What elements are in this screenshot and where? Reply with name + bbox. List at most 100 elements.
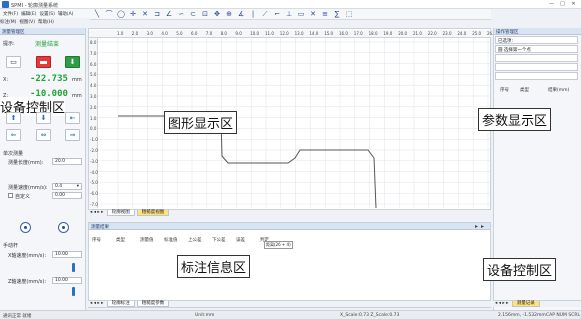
diagonal-icon[interactable]: ⟋: [260, 10, 270, 19]
tangent-icon[interactable]: ⊥: [284, 10, 294, 19]
graph-tabs: ◂ ◂ ▸ ▸ 轮廓视图 粗糙度视图: [88, 209, 491, 216]
selection-label: 已选项:: [495, 36, 578, 44]
x-label: X:: [3, 77, 9, 83]
x-tick-label: 22.0: [427, 31, 437, 36]
camera-button[interactable]: ▭: [6, 56, 21, 68]
move-icon[interactable]: ✥: [212, 10, 222, 19]
vertical-line-icon[interactable]: |: [248, 10, 258, 19]
angle-icon[interactable]: ∠: [164, 10, 174, 19]
menu-file[interactable]: 文件(F): [3, 11, 18, 17]
annotation-col-header: 下公差: [212, 238, 226, 243]
arrow-right-icon: [475, 225, 478, 228]
menu-help[interactable]: 帮助(H): [38, 19, 54, 25]
x-speed-input[interactable]: 10.00: [52, 251, 82, 258]
fit-icon[interactable]: ⊡: [200, 10, 210, 19]
tab-profile-view[interactable]: 轮廓视图: [106, 210, 135, 216]
speed-select[interactable]: 0.4 ▾: [52, 183, 82, 190]
stop-button[interactable]: [36, 56, 51, 68]
selection-hint: 圆 选择第一个点: [495, 45, 578, 53]
sum-icon[interactable]: ∑: [332, 10, 342, 19]
tab-measure-record[interactable]: 测量记录: [511, 301, 540, 307]
x-tick-label: 2.0: [131, 31, 139, 36]
profile-curve: [118, 115, 377, 208]
status-label: 提示:: [3, 41, 15, 47]
tab-profile-mark[interactable]: 轮廓标注: [106, 301, 135, 307]
toolbar: ╲ ⌒ ◯ ✛ ✕ ⊐ ∠ ∽ ⊂ ⊡ ✥ ⊕ ∡ | ⟋ ⌐ ⊥ ▭ ✕ ≡ ∑ ⬚: [90, 9, 491, 20]
line-icon[interactable]: ╲: [92, 10, 102, 19]
tab-roughness-param[interactable]: 粗糙度参数: [136, 301, 170, 307]
distance-icon[interactable]: ⊐: [152, 10, 162, 19]
menu-assist[interactable]: 辅助(A): [58, 11, 74, 17]
x-speed-slider[interactable]: [72, 263, 75, 272]
arrow-down-icon: ⬇: [40, 114, 47, 122]
window-title: SPMI - 轮廓测量系统: [11, 2, 58, 9]
arc-icon[interactable]: ⌒: [104, 10, 114, 19]
menu-edit[interactable]: 编辑(E): [21, 11, 36, 17]
y-tick-label: 7.0: [90, 50, 97, 56]
play-button[interactable]: [20, 222, 31, 233]
panel-controls[interactable]: [474, 224, 488, 229]
tab-nav-icons[interactable]: ◂ ◂ ▸ ▸: [90, 210, 103, 215]
record-button[interactable]: [58, 222, 69, 233]
y-tick-label: -5.0: [90, 180, 98, 186]
corner-icon[interactable]: ⌐: [272, 10, 282, 19]
align-icon[interactable]: ≡: [320, 10, 330, 19]
tab-nav-icons[interactable]: ◂ ◂ ▸ ▸: [495, 301, 508, 306]
single-measure-label: 单次测量: [3, 151, 24, 157]
custom-input[interactable]: 0.00: [52, 192, 82, 199]
graph-canvas[interactable]: [98, 38, 490, 208]
tab-roughness-view[interactable]: 粗糙度视图: [136, 210, 170, 216]
rect-icon[interactable]: ▭: [296, 10, 306, 19]
annotation-col-header: 误差: [236, 238, 245, 243]
arrow-right-icon: [481, 225, 484, 228]
z-speed-slider[interactable]: [72, 287, 75, 296]
menu-view[interactable]: 视图(V): [19, 19, 35, 25]
right-button[interactable]: ⇒: [65, 129, 80, 141]
menu-settings[interactable]: 设置(S): [39, 11, 54, 17]
x-tick-label: 11.0: [265, 31, 274, 36]
param-col-type: 类型: [520, 88, 529, 93]
arrow-left-icon: ⇐: [10, 131, 17, 139]
down-button[interactable]: ⬇: [36, 112, 51, 124]
y-tick-label: -4.0: [90, 169, 98, 175]
x-tick-label: 10.0: [250, 31, 260, 36]
zoom-icon[interactable]: ⊕: [224, 10, 234, 19]
arc-measure-icon[interactable]: ⊂: [188, 10, 198, 19]
select-icon[interactable]: ⬚: [344, 10, 354, 19]
status-bar: 通讯正常 就绪 Unit:mm X_Scale:0.73 Z_Scale:0.7…: [0, 310, 581, 319]
reset-icon: ⇤: [69, 114, 76, 122]
cross-icon[interactable]: ✕: [308, 10, 318, 19]
info-row-3: [495, 54, 578, 62]
minimize-button[interactable]: —: [546, 1, 557, 8]
x-tick-label: 9.0: [235, 31, 242, 36]
x-tick-label: 6.0: [191, 31, 198, 36]
maximize-button[interactable]: □: [557, 1, 568, 8]
y-tick-label: -1.0: [90, 137, 98, 143]
length-input[interactable]: 20.0: [52, 158, 82, 165]
z-speed-input[interactable]: 10.00: [52, 277, 82, 284]
point-icon[interactable]: ✛: [128, 10, 138, 19]
param-col-index: 序号: [500, 88, 509, 93]
curve-icon[interactable]: ∽: [176, 10, 186, 19]
tab-nav-icons[interactable]: ◂ ◂ ▸ ▸: [90, 301, 103, 306]
download-button[interactable]: ⬇: [65, 56, 80, 68]
up-button[interactable]: ⬆: [6, 112, 21, 124]
x-tick-label: 20.0: [398, 31, 408, 36]
circle-icon[interactable]: ◯: [116, 10, 126, 19]
angle2-icon[interactable]: ∡: [236, 10, 246, 19]
reset-button[interactable]: ⇤: [65, 112, 80, 124]
x-tick-label: 25.0: [472, 31, 482, 36]
menu-mark[interactable]: 标注(M): [0, 19, 16, 25]
download-icon: ⬇: [69, 58, 76, 66]
x-cross-icon[interactable]: ✕: [140, 10, 150, 19]
center-icon: ⇔: [40, 131, 47, 139]
custom-label: 自定义: [15, 194, 31, 200]
center-button[interactable]: ⇔: [36, 129, 51, 141]
custom-checkbox[interactable]: [8, 193, 13, 198]
close-button[interactable]: ✕: [568, 1, 579, 8]
grid: [98, 38, 490, 208]
x-tick-label: 19.0: [383, 31, 393, 36]
info-row-4: [495, 63, 578, 71]
y-tick-label: -7.0: [90, 202, 98, 207]
left-button[interactable]: ⇐: [6, 129, 21, 141]
